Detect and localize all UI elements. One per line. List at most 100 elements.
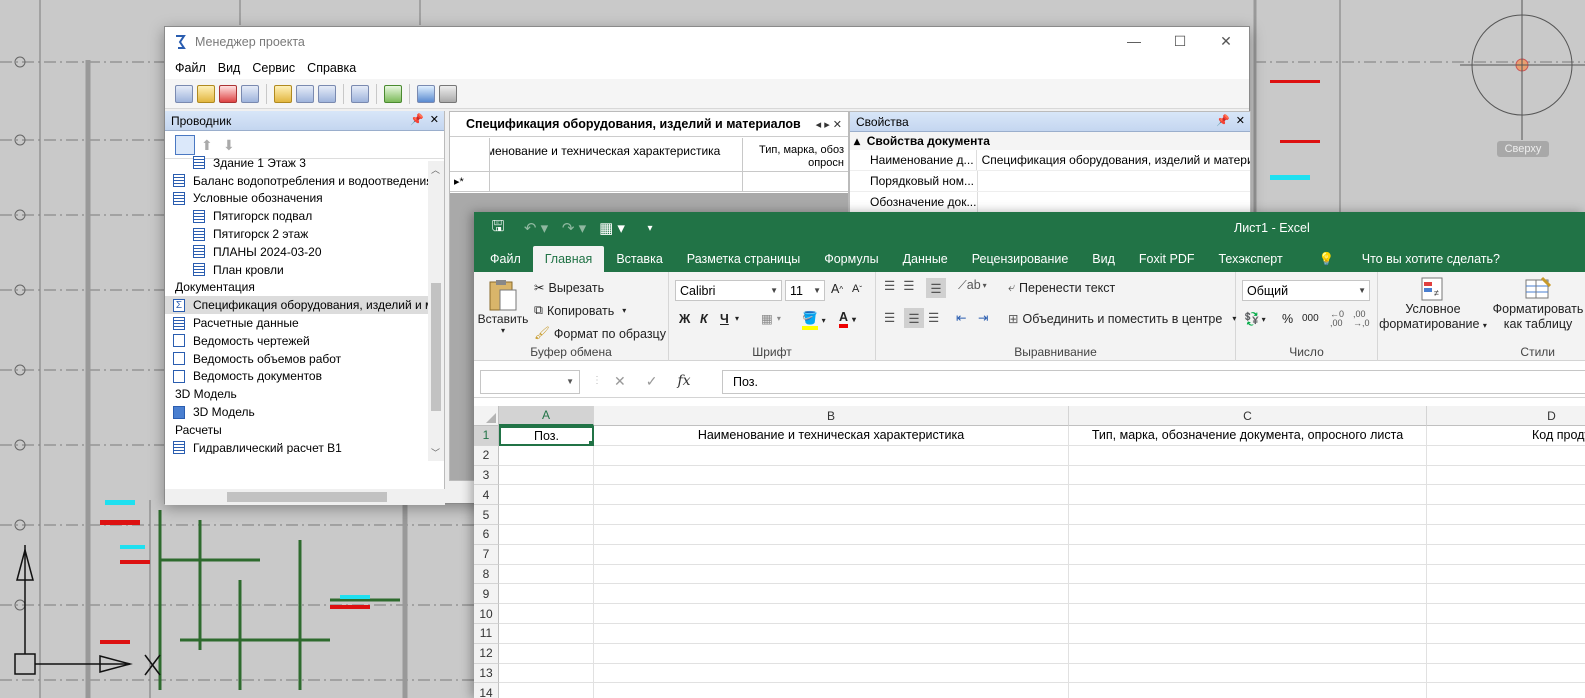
borders-icon[interactable]: ▦ ▾: [761, 311, 781, 326]
font-name-select[interactable]: Calibri ▼: [675, 280, 782, 301]
tab-home[interactable]: Главная: [532, 246, 605, 272]
formula-input[interactable]: Поз.: [722, 370, 1585, 394]
column-header[interactable]: B: [594, 406, 1069, 426]
cell[interactable]: Код продукции: [1427, 426, 1585, 446]
cell[interactable]: [1427, 604, 1585, 624]
cell[interactable]: [1069, 525, 1427, 545]
new-project-icon[interactable]: [175, 84, 193, 103]
cell[interactable]: [594, 544, 1069, 565]
row-header[interactable]: 14: [474, 683, 499, 698]
excel-titlebar[interactable]: 🖫 ↶ ▾ ↷ ▾ ▦ ▾ ▾ Лист1 - Excel: [474, 212, 1585, 244]
underline-dropdown-icon[interactable]: ▾: [735, 314, 739, 323]
cut-button[interactable]: ✂ Вырезать: [534, 280, 604, 296]
tab-nav-icons[interactable]: ◂ ▸ ✕: [816, 118, 842, 131]
tree-item[interactable]: Пятигорск подвал: [165, 207, 428, 225]
users-icon[interactable]: [417, 84, 435, 103]
cell[interactable]: [1069, 663, 1427, 684]
save-icon[interactable]: [241, 84, 259, 103]
row-header[interactable]: 3: [474, 465, 499, 486]
move-up-icon[interactable]: ⬆: [201, 137, 217, 153]
cell[interactable]: [499, 584, 594, 605]
scroll-up-icon[interactable]: ︿: [431, 163, 440, 176]
copy-button[interactable]: ⧉ Копировать ▾: [534, 303, 626, 318]
cell[interactable]: [1427, 525, 1585, 545]
enter-icon[interactable]: ✓: [646, 373, 658, 390]
cell[interactable]: Наименование и техническая характеристик…: [594, 426, 1069, 446]
close-button[interactable]: ✕: [1203, 27, 1249, 55]
cell[interactable]: [594, 604, 1069, 624]
column-header[interactable]: D: [1427, 406, 1585, 426]
tab-insert[interactable]: Вставка: [604, 246, 674, 272]
cell[interactable]: [1427, 446, 1585, 466]
bold-button[interactable]: Ж: [679, 312, 690, 326]
cell[interactable]: [594, 624, 1069, 644]
pin-icon[interactable]: 📌: [1216, 114, 1230, 127]
cell[interactable]: [1069, 465, 1427, 486]
minimize-button[interactable]: —: [1111, 27, 1157, 55]
cell[interactable]: [499, 465, 594, 486]
tree-item[interactable]: Здание 1 Этаж 3: [165, 154, 428, 172]
cell[interactable]: [499, 624, 594, 644]
cell[interactable]: [1069, 445, 1427, 466]
form-icon[interactable]: ▦ ▾: [598, 214, 626, 242]
cell[interactable]: [499, 525, 594, 545]
menu-help[interactable]: Справка: [301, 61, 362, 75]
export-icon[interactable]: [384, 84, 402, 103]
grow-font-button[interactable]: A ^: [831, 282, 843, 296]
tree-item[interactable]: Ведомость документов: [165, 368, 428, 386]
tab-formulas[interactable]: Формулы: [812, 246, 890, 272]
new-folder-icon[interactable]: [274, 84, 292, 103]
tree-item[interactable]: Баланс водопотребления и водоотведения: [165, 172, 428, 190]
cell[interactable]: [499, 505, 594, 525]
increase-indent-icon[interactable]: ⇥: [978, 310, 988, 325]
tab-page-layout[interactable]: Разметка страницы: [675, 246, 812, 272]
align-bottom-icon[interactable]: ☰: [926, 278, 946, 298]
row-header[interactable]: 7: [474, 544, 499, 565]
customize-qat-icon[interactable]: ▾: [636, 214, 664, 242]
cell[interactable]: [1427, 584, 1585, 605]
cell[interactable]: [1427, 664, 1585, 684]
increase-decimal-icon[interactable]: ←0,00: [1330, 310, 1344, 328]
menu-view[interactable]: Вид: [212, 61, 247, 75]
cell[interactable]: [499, 544, 594, 565]
merge-center-button[interactable]: ⊞ Объединить и поместить в центре ▾: [1008, 311, 1236, 327]
wrap-text-button[interactable]: ⤶ Перенести текст: [1008, 280, 1115, 295]
tab-foxit[interactable]: Foxit PDF: [1127, 246, 1207, 272]
align-right-icon[interactable]: ☰: [928, 310, 939, 325]
property-row[interactable]: Наименование д... Спецификация оборудован…: [850, 150, 1250, 171]
print-icon[interactable]: [318, 84, 336, 103]
properties-section[interactable]: ▴ Свойства документа: [850, 132, 1250, 150]
thousands-button[interactable]: 000: [1302, 313, 1319, 324]
align-center-icon[interactable]: ☰: [904, 308, 924, 328]
cell[interactable]: [594, 643, 1069, 664]
tree-item[interactable]: Σ Спецификация оборудования, изделий и м: [165, 296, 428, 315]
fill-color-icon[interactable]: 🪣 ▾: [802, 311, 826, 330]
row-header[interactable]: 12: [474, 643, 499, 664]
tree-item[interactable]: Расчеты: [165, 421, 428, 439]
cell[interactable]: [1069, 544, 1427, 565]
tree-item[interactable]: Ведомость чертежей: [165, 332, 428, 350]
menu-file[interactable]: Файл: [169, 61, 212, 75]
maximize-button[interactable]: ☐: [1157, 27, 1203, 55]
row-header[interactable]: 9: [474, 584, 499, 605]
cell[interactable]: [594, 485, 1069, 506]
format-as-table-button[interactable]: Форматировать как таблицу: [1488, 276, 1585, 332]
hscroll-thumb[interactable]: [227, 492, 387, 502]
tree-item[interactable]: План кровли: [165, 261, 428, 279]
conditional-formatting-button[interactable]: ≠ Условное форматирование ▾: [1379, 276, 1487, 333]
move-down-icon[interactable]: ⬇: [223, 137, 239, 153]
decrease-indent-icon[interactable]: ⇤: [956, 310, 966, 325]
tree-item[interactable]: ПЛАНЫ 2024-03-20: [165, 243, 428, 261]
cell[interactable]: Поз.: [499, 426, 594, 446]
cell[interactable]: [499, 663, 594, 684]
explorer-hscroll[interactable]: [165, 489, 445, 505]
tree-item[interactable]: Ведомость объемов работ: [165, 350, 428, 368]
tab-view[interactable]: Вид: [1080, 246, 1127, 272]
close-project-icon[interactable]: [219, 84, 237, 103]
property-value[interactable]: Спецификация оборудования, изделий и мат…: [977, 153, 1250, 167]
cell[interactable]: [499, 604, 594, 624]
tab-data[interactable]: Данные: [891, 246, 960, 272]
cell[interactable]: [1069, 505, 1427, 525]
explorer-vscroll[interactable]: ︿ ﹀: [428, 161, 444, 461]
cell[interactable]: [1427, 485, 1585, 506]
